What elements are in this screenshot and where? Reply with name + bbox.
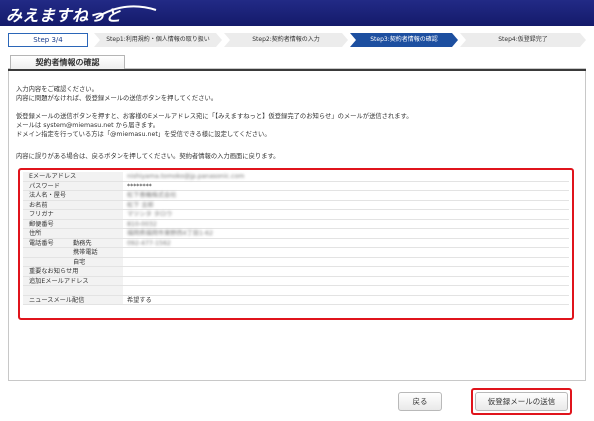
step-1-label: Step1:利用規約・個人情報の取り扱い <box>106 36 210 43</box>
table-row: Eメールアドレス nishiyama.tomoko@jp.panasonic.co… <box>23 172 569 182</box>
table-row: 携帯電話 <box>23 248 569 258</box>
row-value: nishiyama.tomoko@jp.panasonic.com <box>127 173 245 180</box>
row-label: 重要なお知らせ用 <box>23 267 123 276</box>
table-row: ニュースメール配信 希望する <box>23 295 569 305</box>
row-value: 福岡県福岡市東野西4丁目1-62 <box>127 230 214 237</box>
table-row: 自宅 <box>23 257 569 267</box>
row-sublabel: 自宅 <box>73 258 86 266</box>
row-sublabel: 勤務先 <box>73 239 92 247</box>
site-header: みえますねっと <box>0 0 594 26</box>
table-row: パスワード ******** <box>23 181 569 191</box>
intro-line-4: メールは system@miemasu.net から届きます。 <box>16 122 160 129</box>
row-label: 住所 <box>23 229 123 238</box>
intro-line-6: 内容に誤りがある場合は、戻るボタンを押してください。契約者情報の入力画面に戻りま… <box>16 153 280 160</box>
row-label: パスワード <box>23 181 123 190</box>
step-1: Step1:利用規約・個人情報の取り扱い <box>94 33 222 47</box>
row-value: マツシタ タロウ <box>127 211 173 218</box>
table-row: 追加Eメールアドレス <box>23 276 569 286</box>
row-sublabel: 携帯電話 <box>73 249 98 256</box>
row-value: ******** <box>127 182 152 190</box>
row-label: ニュースメール配信 <box>23 295 123 304</box>
step-3-label: Step3:契約者情報の確認 <box>370 36 438 43</box>
table-row: お名前 松下 言郎 <box>23 200 569 210</box>
step-4-label: Step4:仮登録完了 <box>498 36 548 43</box>
row-value: 松下 言郎 <box>127 201 154 209</box>
row-value: 092-477-1562 <box>127 239 171 247</box>
intro-line-5: ドメイン指定を行っている方は「@miemasu.net」を受信できる様に設定して… <box>16 131 271 138</box>
table-row: 郵便番号 810-0032 <box>23 219 569 229</box>
logo-swoosh-icon <box>95 5 157 19</box>
row-value: 810-0032 <box>127 220 157 228</box>
row-label: お名前 <box>23 200 123 209</box>
row-label: フリガナ <box>23 210 123 219</box>
row-label: 追加Eメールアドレス <box>23 276 123 285</box>
table-row: フリガナ マツシタ タロウ <box>23 210 569 220</box>
intro-line-2: 内容に問題がなければ、仮登録メールの送信ボタンを押してください。 <box>16 95 218 102</box>
table-row: 住所 福岡県福岡市東野西4丁目1-62 <box>23 229 569 239</box>
step-2: Step2:契約者情報の入力 <box>224 33 348 47</box>
row-label: Eメールアドレス <box>23 172 123 181</box>
step-counter: Step 3/4 <box>8 33 88 47</box>
table-row <box>23 286 569 296</box>
table-row: 電話番号 勤務先 092-477-1562 <box>23 238 569 248</box>
back-button[interactable]: 戻る <box>398 392 442 411</box>
tab-underline <box>8 69 586 71</box>
row-label <box>23 286 123 295</box>
intro-line-3: 仮登録メールの送信ボタンを押すと、お客様のEメールアドレス宛に「【みえますねっと… <box>16 113 413 120</box>
progress-steps: Step 3/4 Step1:利用規約・個人情報の取り扱い Step2:契約者情… <box>8 33 586 47</box>
row-value: 松下善機株式会社 <box>127 192 177 199</box>
row-label: 法人名・屋号 <box>23 191 123 200</box>
step-3-active: Step3:契約者情報の確認 <box>350 33 458 47</box>
confirm-table: Eメールアドレス nishiyama.tomoko@jp.panasonic.co… <box>23 172 569 305</box>
row-value: 希望する <box>127 296 152 304</box>
table-row: 法人名・屋号 松下善機株式会社 <box>23 191 569 201</box>
tab-confirm-info: 契約者情報の確認 <box>10 55 125 70</box>
row-label: 郵便番号 <box>23 219 123 228</box>
step-4: Step4:仮登録完了 <box>460 33 586 47</box>
intro-line-1: 入力内容をご確認ください。 <box>16 86 98 93</box>
step-2-label: Step2:契約者情報の入力 <box>252 36 320 43</box>
send-temporary-registration-button[interactable]: 仮登録メールの送信 <box>475 392 568 411</box>
table-row: 重要なお知らせ用 <box>23 267 569 277</box>
